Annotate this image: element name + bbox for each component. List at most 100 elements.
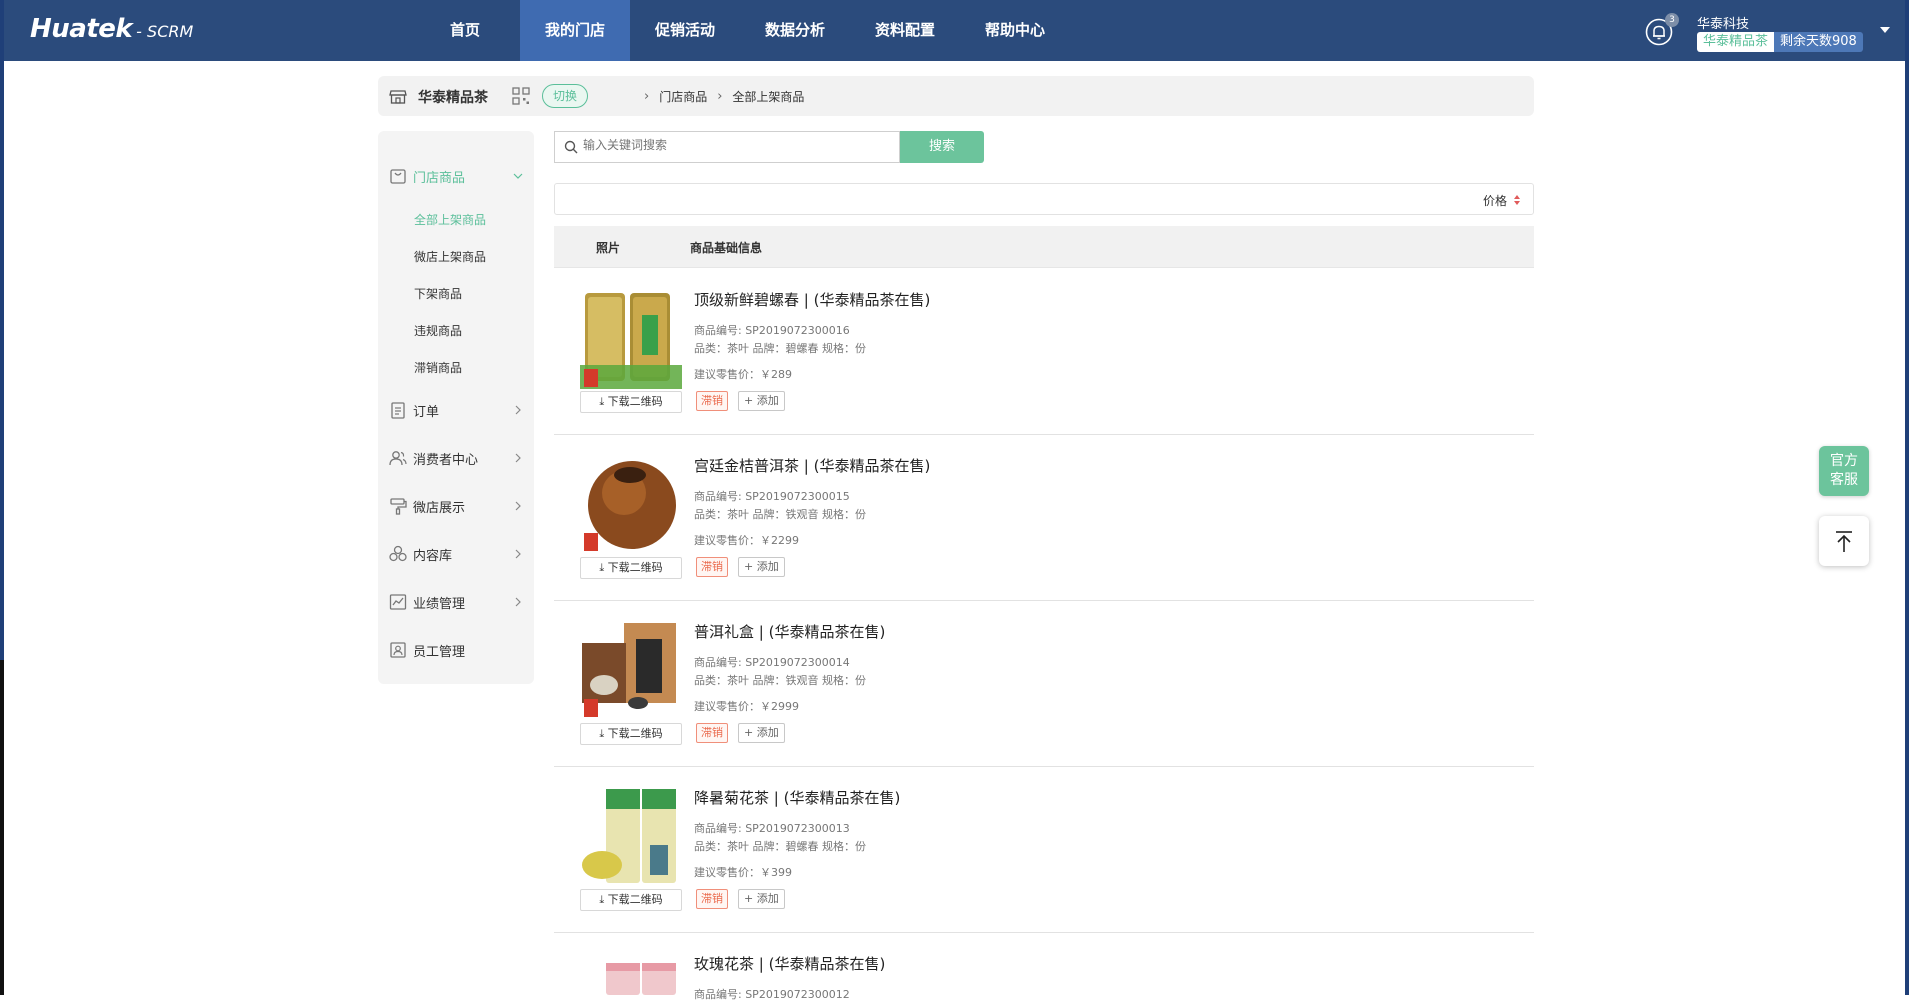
sidebar-item-label: 订单	[413, 404, 440, 420]
window-left-edge-dark	[0, 660, 4, 995]
sort-arrows-icon[interactable]	[1513, 194, 1521, 206]
chevron-down-icon	[513, 173, 523, 179]
customer-service-button[interactable]: 官方 客服	[1819, 446, 1869, 496]
user-menu-caret-icon[interactable]	[1880, 27, 1890, 33]
search-button[interactable]: 搜索	[900, 131, 984, 163]
download-qrcode-button[interactable]: ⤓ 下载二维码	[580, 391, 682, 413]
product-code: 商品编号: SP2019072300015	[694, 490, 850, 503]
sidebar-item-label: 内容库	[413, 548, 453, 564]
chevron-right-icon	[515, 549, 521, 559]
nav-item-config[interactable]: 资料配置	[850, 0, 960, 61]
product-image[interactable]	[580, 619, 682, 721]
bag-icon	[390, 169, 406, 184]
slow-selling-tag: 滞销	[696, 557, 728, 577]
sort-bar: 价格	[554, 183, 1534, 215]
chevron-right-icon	[515, 453, 521, 463]
product-image[interactable]	[580, 951, 682, 995]
sidebar-item-wechat-listed[interactable]: 微店上架商品	[414, 248, 486, 265]
product-image[interactable]	[580, 453, 682, 555]
store-icon	[389, 90, 407, 104]
product-row: ⤓ 下载二维码 宫廷金桔普洱茶 | (华泰精品茶在售) 商品编号: SP2019…	[554, 435, 1534, 601]
breadcrumb-item-all-listed: 全部上架商品	[732, 90, 805, 104]
app-logo[interactable]: Huatek - SCRM	[30, 14, 193, 44]
product-title[interactable]: 普洱礼盒 | (华泰精品茶在售)	[694, 621, 885, 642]
download-icon: ⤓	[599, 395, 608, 408]
table-header: 照片 商品基础信息	[554, 226, 1534, 268]
chevron-right-icon: ›	[717, 89, 723, 104]
product-title[interactable]: 顶级新鲜碧螺春 | (华泰精品茶在售)	[694, 289, 930, 310]
document-icon	[391, 402, 405, 419]
sidebar-item-performance[interactable]: 业绩管理	[388, 591, 528, 613]
store-tag-name: 华泰精品茶	[1697, 32, 1775, 52]
sidebar-item-wechat-display[interactable]: 微店展示	[388, 495, 528, 517]
customer-service-line2: 客服	[1830, 472, 1858, 488]
product-code: 商品编号: SP2019072300016	[694, 324, 850, 337]
download-qrcode-button[interactable]: ⤓ 下载二维码	[580, 557, 682, 579]
sidebar-group-store-goods[interactable]: 门店商品	[388, 165, 528, 187]
sort-price-label[interactable]: 价格	[1483, 192, 1507, 209]
add-tag-button[interactable]: + 添加	[738, 557, 785, 577]
qrcode-icon[interactable]	[511, 86, 531, 106]
sidebar-item-label: 微店展示	[413, 500, 466, 516]
product-title[interactable]: 降暑菊花茶 | (华泰精品茶在售)	[694, 787, 900, 808]
breadcrumb: › 门店商品 › 全部上架商品	[634, 88, 804, 105]
add-tag-button[interactable]: + 添加	[738, 391, 785, 411]
store-account-tag[interactable]: 华泰精品茶 剩余天数908	[1697, 32, 1863, 52]
customer-service-line1: 官方	[1830, 453, 1858, 469]
download-qrcode-button[interactable]: ⤓ 下载二维码	[580, 889, 682, 911]
chevron-right-icon	[515, 405, 521, 415]
download-label: 下载二维码	[607, 727, 663, 740]
product-title[interactable]: 玫瑰花茶 | (华泰精品茶在售)	[694, 953, 885, 974]
column-header-photo: 照片	[596, 241, 621, 255]
nav-item-my-store[interactable]: 我的门店	[520, 0, 630, 61]
switch-store-button[interactable]: 切换	[542, 84, 589, 108]
search-icon	[564, 140, 578, 154]
product-title[interactable]: 宫廷金桔普洱茶 | (华泰精品茶在售)	[694, 455, 930, 476]
nav-item-data-analysis[interactable]: 数据分析	[740, 0, 850, 61]
slow-selling-tag: 滞销	[696, 723, 728, 743]
search-input[interactable]	[583, 138, 883, 152]
nav-item-home[interactable]: 首页	[410, 0, 520, 61]
product-row: ⤓ 下载二维码 普洱礼盒 | (华泰精品茶在售) 商品编号: SP2019072…	[554, 601, 1534, 767]
add-tag-button[interactable]: + 添加	[738, 723, 785, 743]
product-meta: 品类：茶叶 品牌：碧螺春 规格：份	[694, 840, 866, 853]
store-name: 华泰精品茶	[418, 90, 488, 106]
sidebar-item-slow-selling[interactable]: 滞销商品	[414, 359, 462, 376]
product-price: 建议零售价：￥2999	[694, 700, 799, 713]
sidebar-item-delisted[interactable]: 下架商品	[414, 285, 462, 302]
product-image[interactable]	[580, 785, 682, 887]
download-qrcode-button[interactable]: ⤓ 下载二维码	[580, 723, 682, 745]
product-meta: 品类：茶叶 品牌：铁观音 规格：份	[694, 674, 866, 687]
nav-item-help[interactable]: 帮助中心	[960, 0, 1070, 61]
download-label: 下载二维码	[607, 561, 663, 574]
nav-item-promotions[interactable]: 促销活动	[630, 0, 740, 61]
download-label: 下载二维码	[607, 893, 663, 906]
logo-main-text: Huatek	[30, 14, 133, 44]
sidebar-item-content-library[interactable]: 内容库	[388, 543, 528, 565]
window-right-edge	[1905, 0, 1909, 995]
content-library-icon	[389, 545, 407, 562]
sidebar-item-orders[interactable]: 订单	[388, 399, 528, 421]
chevron-right-icon	[515, 501, 521, 511]
line-chart-icon	[389, 594, 407, 610]
product-row: ⤓ 下载二维码 顶级新鲜碧螺春 | (华泰精品茶在售) 商品编号: SP2019…	[554, 269, 1534, 435]
top-header: Huatek - SCRM 首页 我的门店 促销活动 数据分析 资料配置 帮助中心	[4, 0, 1905, 61]
product-price: 建议零售价：￥399	[694, 866, 792, 879]
days-left-tag: 剩余天数908	[1774, 32, 1863, 52]
download-icon: ⤓	[599, 893, 608, 906]
arrow-up-icon	[1836, 531, 1852, 552]
product-image[interactable]	[580, 287, 682, 389]
breadcrumb-item-store-goods[interactable]: 门店商品	[659, 88, 707, 105]
sidebar-item-staff[interactable]: 员工管理	[388, 639, 528, 661]
product-row: ⤓ 下载二维码 降暑菊花茶 | (华泰精品茶在售) 商品编号: SP201907…	[554, 767, 1534, 933]
slow-selling-tag: 滞销	[696, 889, 728, 909]
back-to-top-button[interactable]	[1819, 516, 1869, 566]
sidebar-item-label: 业绩管理	[413, 596, 466, 612]
sidebar-item-consumers[interactable]: 消费者中心	[388, 447, 528, 469]
add-tag-button[interactable]: + 添加	[738, 889, 785, 909]
sidebar-item-all-listed[interactable]: 全部上架商品	[414, 211, 486, 228]
sidebar-item-violation[interactable]: 违规商品	[414, 322, 462, 339]
slow-selling-tag: 滞销	[696, 391, 728, 411]
store-bar: 华泰精品茶 切换 › 门店商品 › 全部上架商品	[378, 76, 1534, 116]
product-code: 商品编号: SP2019072300014	[694, 656, 850, 669]
